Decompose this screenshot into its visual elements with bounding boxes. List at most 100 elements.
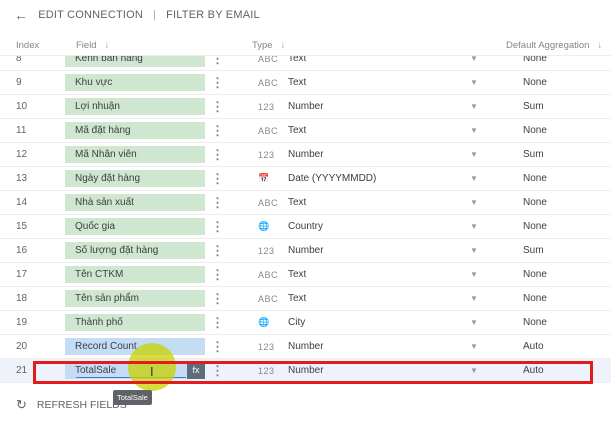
aggregation-select[interactable]: None — [523, 173, 547, 184]
more-vert-icon[interactable]: ⋮ — [211, 99, 224, 115]
dropdown-caret-icon[interactable]: ▼ — [470, 150, 478, 159]
more-vert-icon[interactable]: ⋮ — [211, 219, 224, 235]
type-select[interactable]: Text — [288, 77, 306, 88]
type-select[interactable]: Text — [288, 56, 306, 64]
table-row[interactable]: 13 Ngày đặt hàng ⋮ 📅 Date (YYYYMMDD) ▼ Non… — [0, 167, 611, 191]
type-icon: 📅 — [258, 173, 270, 183]
dropdown-caret-icon[interactable]: ▼ — [470, 342, 478, 351]
aggregation-select[interactable]: None — [523, 56, 547, 64]
aggregation-select[interactable]: None — [523, 125, 547, 136]
table-row[interactable]: 14 Nhà sản xuất ⋮ ABC Text ▼ None — [0, 191, 611, 215]
aggregation-select[interactable]: None — [523, 293, 547, 304]
more-vert-icon[interactable]: ⋮ — [211, 147, 224, 163]
table-row[interactable]: 20 Record Count ⋮ 123 Number ▼ Auto — [0, 335, 611, 359]
more-vert-icon[interactable]: ⋮ — [211, 75, 224, 91]
more-vert-icon[interactable]: ⋮ — [211, 315, 224, 331]
field-name[interactable]: Ngày đặt hàng — [65, 170, 205, 187]
type-select[interactable]: Number — [288, 101, 324, 112]
more-vert-icon[interactable]: ⋮ — [211, 56, 224, 67]
type-select[interactable]: Text — [288, 197, 306, 208]
more-vert-icon[interactable]: ⋮ — [211, 243, 224, 259]
type-icon: ABC — [258, 56, 279, 64]
aggregation-select[interactable]: None — [523, 269, 547, 280]
row-index: 10 — [16, 101, 28, 112]
index-header: Index — [16, 40, 40, 51]
type-select[interactable]: Country — [288, 221, 323, 232]
more-vert-icon[interactable]: ⋮ — [211, 123, 224, 139]
dropdown-caret-icon[interactable]: ▼ — [470, 174, 478, 183]
sort-arrow-icon[interactable]: ↓ — [105, 40, 110, 51]
type-select[interactable]: Number — [288, 149, 324, 160]
more-vert-icon[interactable]: ⋮ — [211, 171, 224, 187]
arrow-left-icon[interactable]: ← — [14, 7, 28, 23]
more-vert-icon[interactable]: ⋮ — [211, 195, 224, 211]
dropdown-caret-icon[interactable]: ▼ — [470, 56, 478, 63]
type-icon: ABC — [258, 197, 279, 208]
field-name[interactable]: Khu vực — [65, 74, 205, 91]
aggregation-select[interactable]: Sum — [523, 149, 544, 160]
type-icon: ABC — [258, 269, 279, 280]
field-name[interactable]: Quốc gia — [65, 218, 205, 235]
aggregation-select[interactable]: Sum — [523, 245, 544, 256]
type-icon: 123 — [258, 245, 275, 256]
field-name[interactable]: Lợi nhuận — [65, 98, 205, 115]
table-row[interactable]: 18 Tên sản phẩm ⋮ ABC Text ▼ None — [0, 287, 611, 311]
refresh-fields-button[interactable]: ↻ REFRESH FIELDS — [16, 397, 127, 413]
table-row[interactable]: 12 Mã Nhân viên ⋮ 123 Number ▼ Sum — [0, 143, 611, 167]
sort-arrow-icon[interactable]: ↓ — [281, 40, 286, 51]
dropdown-caret-icon[interactable]: ▼ — [470, 222, 478, 231]
aggregation-select[interactable]: None — [523, 77, 547, 88]
type-select[interactable]: Date (YYYYMMDD) — [288, 173, 376, 184]
type-select[interactable]: Text — [288, 125, 306, 136]
table-row[interactable]: 8 Kênh bán hàng ⋮ ABC Text ▼ None — [0, 56, 611, 71]
dropdown-caret-icon[interactable]: ▼ — [470, 78, 478, 87]
field-name[interactable]: Kênh bán hàng — [65, 56, 205, 67]
type-select[interactable]: Text — [288, 293, 306, 304]
type-select[interactable]: City — [288, 317, 305, 328]
table-row[interactable]: 16 Số lượng đặt hàng ⋮ 123 Number ▼ Sum — [0, 239, 611, 263]
field-name[interactable]: Mã Nhân viên — [65, 146, 205, 163]
field-name[interactable]: Mã đặt hàng — [65, 122, 205, 139]
dropdown-caret-icon[interactable]: ▼ — [470, 270, 478, 279]
field-name[interactable]: Số lượng đặt hàng — [65, 242, 205, 259]
aggregation-select[interactable]: None — [523, 317, 547, 328]
sort-arrow-icon[interactable]: ↓ — [597, 40, 602, 51]
row-index: 15 — [16, 221, 28, 232]
filter-by-email-link[interactable]: FILTER BY EMAIL — [166, 9, 260, 21]
type-select[interactable]: Number — [288, 245, 324, 256]
more-vert-icon[interactable]: ⋮ — [211, 339, 224, 355]
dropdown-caret-icon[interactable]: ▼ — [470, 318, 478, 327]
type-select[interactable]: Text — [288, 269, 306, 280]
type-header[interactable]: Type ↓ — [252, 40, 285, 51]
field-name[interactable]: Thành phố — [65, 314, 205, 331]
column-header: Index Field ↓ Type ↓ Default Aggregation ↓ — [0, 34, 611, 56]
field-name[interactable]: Tên CTKM — [65, 266, 205, 283]
field-name[interactable]: Nhà sản xuất — [65, 194, 205, 211]
more-vert-icon[interactable]: ⋮ — [211, 267, 224, 283]
aggregation-select[interactable]: None — [523, 221, 547, 232]
table-row[interactable]: 10 Lợi nhuận ⋮ 123 Number ▼ Sum — [0, 95, 611, 119]
aggregation-header[interactable]: Default Aggregation ↓ — [506, 40, 602, 51]
dropdown-caret-icon[interactable]: ▼ — [470, 102, 478, 111]
aggregation-select[interactable]: None — [523, 197, 547, 208]
type-select[interactable]: Number — [288, 341, 324, 352]
aggregation-select[interactable]: Sum — [523, 101, 544, 112]
row-index: 17 — [16, 269, 28, 280]
field-name[interactable]: Tên sản phẩm — [65, 290, 205, 307]
dropdown-caret-icon[interactable]: ▼ — [470, 126, 478, 135]
dropdown-caret-icon[interactable]: ▼ — [470, 246, 478, 255]
tooltip: TotalSale — [113, 390, 152, 405]
edit-connection-link[interactable]: EDIT CONNECTION — [38, 9, 143, 21]
table-row[interactable]: 15 Quốc gia ⋮ 🌐 Country ▼ None — [0, 215, 611, 239]
field-header[interactable]: Field ↓ — [76, 40, 109, 51]
row-index: 11 — [16, 125, 27, 136]
dropdown-caret-icon[interactable]: ▼ — [470, 294, 478, 303]
table-row[interactable]: 9 Khu vực ⋮ ABC Text ▼ None — [0, 71, 611, 95]
table-row[interactable]: 11 Mã đặt hàng ⋮ ABC Text ▼ None — [0, 119, 611, 143]
table-row[interactable]: 17 Tên CTKM ⋮ ABC Text ▼ None — [0, 263, 611, 287]
dropdown-caret-icon[interactable]: ▼ — [470, 198, 478, 207]
aggregation-select[interactable]: Auto — [523, 341, 544, 352]
more-vert-icon[interactable]: ⋮ — [211, 291, 224, 307]
table-row[interactable]: 19 Thành phố ⋮ 🌐 City ▼ None — [0, 311, 611, 335]
row-index: 21 — [16, 365, 28, 376]
